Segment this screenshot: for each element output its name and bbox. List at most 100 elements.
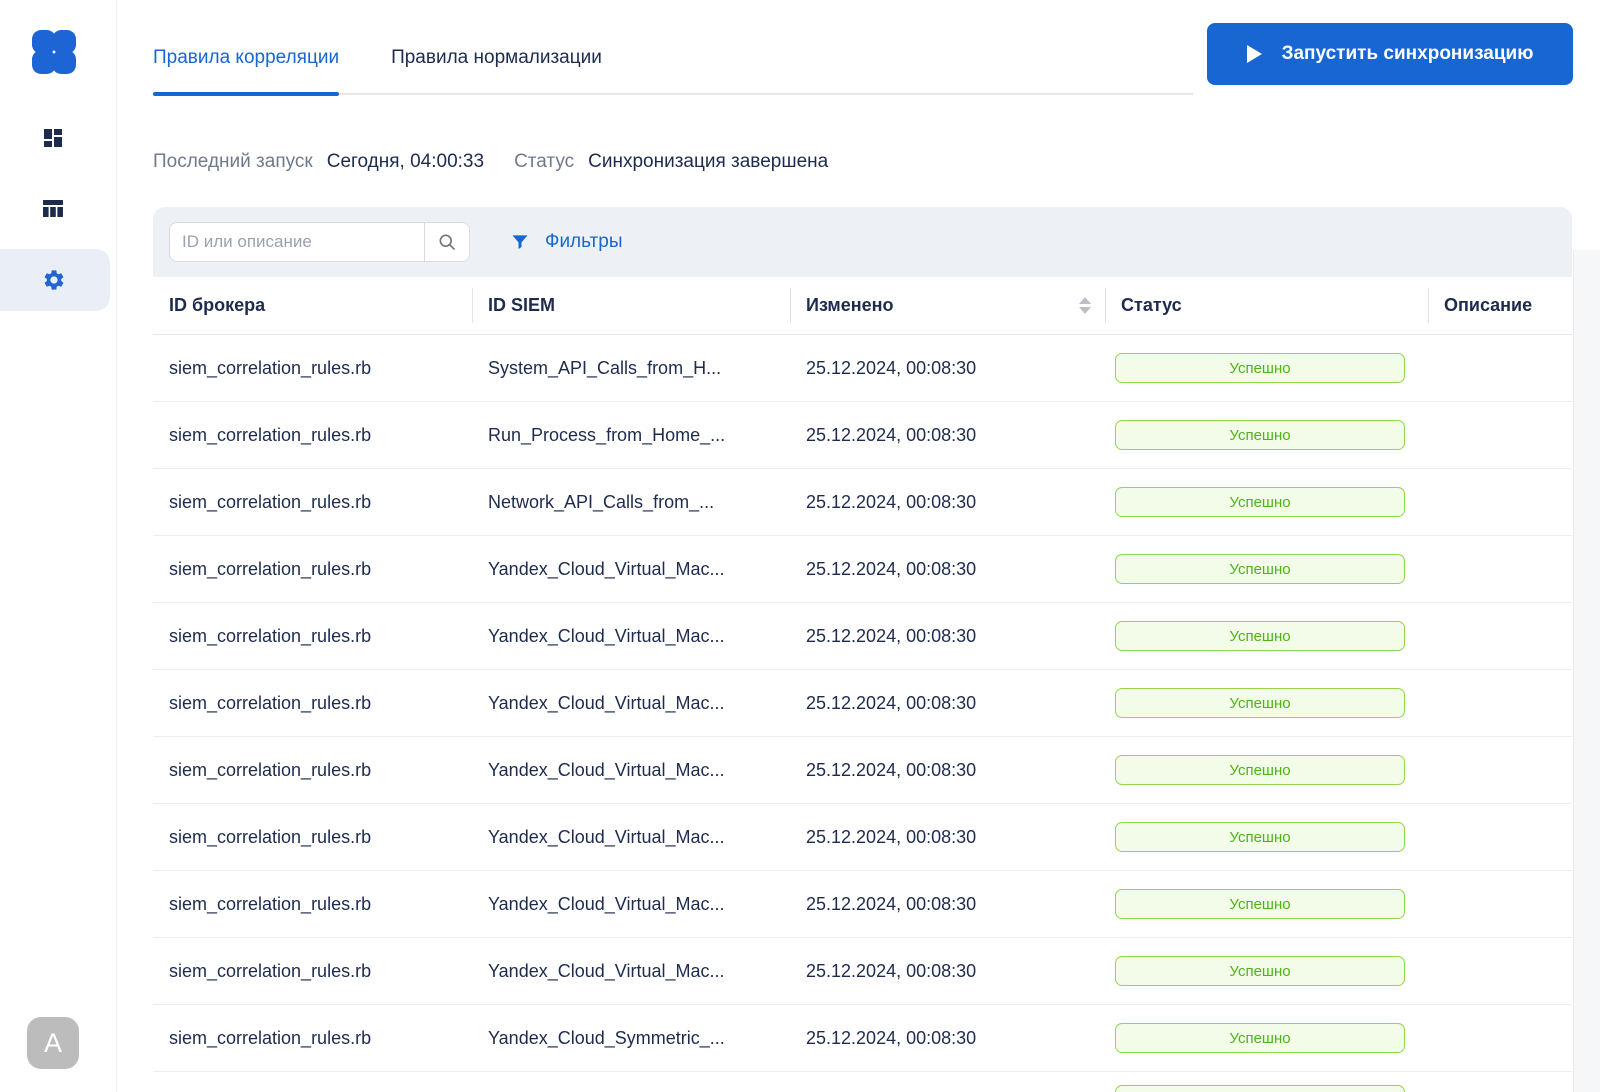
table-row[interactable]: siem_correlation_rules.rb Yandex_Cloud_Vi… xyxy=(153,804,1572,871)
column-header-description: Описание xyxy=(1428,277,1572,334)
column-header-modified-label: Изменено xyxy=(806,295,894,315)
cell-broker-id: siem_correlation_rules.rb xyxy=(169,893,372,914)
table-row[interactable]: siem_correlation_rules.rb Yandex_Cloud_Vi… xyxy=(153,603,1572,670)
status-badge: Успешно xyxy=(1115,1023,1405,1053)
status-badge xyxy=(1115,1085,1405,1092)
table-row[interactable]: siem_correlation_rules.rb Network_API_Cal… xyxy=(153,469,1572,536)
status-badge: Успешно xyxy=(1115,420,1405,450)
tab-bar: Правила корреляции Правила нормализации xyxy=(153,23,1193,96)
column-header-broker-id: ID брокера xyxy=(169,295,266,315)
cell-status: Успешно xyxy=(1105,956,1428,986)
cell-siem-id: Yandex_Cloud_Virtual_Mac... xyxy=(488,826,725,847)
run-sync-label: Запустить синхронизацию xyxy=(1281,43,1534,64)
cell-broker-id: siem_correlation_rules.rb xyxy=(169,357,372,378)
cell-siem-id: Yandex_Cloud_Virtual_Mac... xyxy=(488,625,725,646)
cell-siem-id: Run_Process_from_Home_... xyxy=(488,424,726,445)
table-row[interactable]: siem_correlation_rules.rb Run_Process_fro… xyxy=(153,402,1572,469)
cell-siem-id: Yandex_Cloud_Virtual_Mac... xyxy=(488,893,725,914)
table-row-partial[interactable] xyxy=(153,1072,1572,1092)
cell-modified: 25.12.2024, 00:08:30 xyxy=(806,357,977,378)
run-sync-button[interactable]: Запустить синхронизацию xyxy=(1207,23,1573,85)
tab-normalization-rules[interactable]: Правила нормализации xyxy=(391,23,602,93)
sidebar-item-tables[interactable] xyxy=(41,196,65,220)
cell-status: Успешно xyxy=(1105,755,1428,785)
tab-correlation-rules[interactable]: Правила корреляции xyxy=(153,23,340,96)
table-row[interactable]: siem_correlation_rules.rb Yandex_Cloud_Vi… xyxy=(153,670,1572,737)
status-badge: Успешно xyxy=(1115,353,1405,383)
app-logo[interactable] xyxy=(32,30,76,74)
filters-label: Фильтры xyxy=(545,231,623,252)
table-row[interactable]: siem_correlation_rules.rb Yandex_Cloud_Vi… xyxy=(153,737,1572,804)
column-header-status: Статус xyxy=(1105,277,1428,334)
cell-status: Успешно xyxy=(1105,889,1428,919)
search-input[interactable] xyxy=(170,223,424,261)
cell-status xyxy=(1105,1072,1428,1092)
clover-logo-icon xyxy=(32,30,76,74)
cell-broker-id: siem_correlation_rules.rb xyxy=(169,558,372,579)
cell-broker-id: siem_correlation_rules.rb xyxy=(169,625,372,646)
cell-modified: 25.12.2024, 00:08:30 xyxy=(806,1027,977,1048)
cell-siem-id: Network_API_Calls_from_... xyxy=(488,491,715,512)
play-icon xyxy=(1246,45,1262,63)
last-run-value: Сегодня, 04:00:33 xyxy=(326,151,485,172)
cell-status: Успешно xyxy=(1105,420,1428,450)
cell-broker-id: siem_correlation_rules.rb xyxy=(169,826,372,847)
settings-gear-icon xyxy=(42,268,66,292)
cell-siem-id: Yandex_Cloud_Virtual_Mac... xyxy=(488,759,725,780)
cell-status: Успешно xyxy=(1105,554,1428,584)
cell-broker-id: siem_correlation_rules.rb xyxy=(169,960,372,981)
table-toolbar: Фильтры xyxy=(153,207,1572,277)
status-badge: Успешно xyxy=(1115,554,1405,584)
table-row[interactable]: siem_correlation_rules.rb Yandex_Cloud_Vi… xyxy=(153,938,1572,1005)
status-badge: Успешно xyxy=(1115,822,1405,852)
table-row[interactable]: siem_correlation_rules.rb System_API_Call… xyxy=(153,335,1572,402)
last-run-label: Последний запуск xyxy=(153,151,313,172)
sidebar: A xyxy=(0,0,117,1092)
cell-status: Успешно xyxy=(1105,621,1428,651)
table-rows: siem_correlation_rules.rb System_API_Call… xyxy=(153,335,1572,1092)
magnifier-icon xyxy=(439,234,455,250)
cell-siem-id: System_API_Calls_from_H... xyxy=(488,357,722,378)
cell-modified: 25.12.2024, 00:08:30 xyxy=(806,625,977,646)
sort-arrows-icon[interactable] xyxy=(1079,297,1091,314)
dashboard-icon xyxy=(44,129,62,147)
cell-modified: 25.12.2024, 00:08:30 xyxy=(806,960,977,981)
status-badge: Успешно xyxy=(1115,889,1405,919)
cell-modified: 25.12.2024, 00:08:30 xyxy=(806,558,977,579)
sidebar-item-dashboard[interactable] xyxy=(41,126,65,150)
search-control xyxy=(169,222,470,262)
cell-modified: 25.12.2024, 00:08:30 xyxy=(806,424,977,445)
screen: A Правила корреляции Правила нормализаци… xyxy=(0,0,1600,1092)
table-icon xyxy=(43,200,63,217)
cell-broker-id: siem_correlation_rules.rb xyxy=(169,692,372,713)
funnel-icon xyxy=(512,235,528,249)
cell-status: Успешно xyxy=(1105,1023,1428,1053)
table-row[interactable]: siem_correlation_rules.rb Yandex_Cloud_Sy… xyxy=(153,1005,1572,1072)
cell-broker-id: siem_correlation_rules.rb xyxy=(169,491,372,512)
cell-broker-id: siem_correlation_rules.rb xyxy=(169,1027,372,1048)
status-badge: Успешно xyxy=(1115,956,1405,986)
cell-modified: 25.12.2024, 00:08:30 xyxy=(806,893,977,914)
table-row[interactable]: siem_correlation_rules.rb Yandex_Cloud_Vi… xyxy=(153,871,1572,938)
status-badge: Успешно xyxy=(1115,755,1405,785)
cell-status: Успешно xyxy=(1105,822,1428,852)
filters-button[interactable]: Фильтры xyxy=(510,231,622,253)
cell-siem-id: Yandex_Cloud_Virtual_Mac... xyxy=(488,558,725,579)
cell-modified: 25.12.2024, 00:08:30 xyxy=(806,759,977,780)
cell-status: Успешно xyxy=(1105,487,1428,517)
cell-siem-id: Yandex_Cloud_Virtual_Mac... xyxy=(488,960,725,981)
status-bar: Последний запуск Сегодня, 04:00:33 Стату… xyxy=(153,151,828,173)
cell-siem-id: Yandex_Cloud_Virtual_Mac... xyxy=(488,692,725,713)
avatar[interactable]: A xyxy=(27,1017,79,1069)
table-row[interactable]: siem_correlation_rules.rb Yandex_Cloud_Vi… xyxy=(153,536,1572,603)
cell-broker-id: siem_correlation_rules.rb xyxy=(169,424,372,445)
status-label: Статус xyxy=(514,151,575,172)
cell-siem-id: Yandex_Cloud_Symmetric_... xyxy=(488,1027,725,1048)
table-header: ID брокера ID SIEM Изменено Статус Описа… xyxy=(153,277,1572,335)
scrollbar-track[interactable] xyxy=(1573,250,1600,1092)
column-header-modified: Изменено xyxy=(790,277,1105,334)
cell-broker-id: siem_correlation_rules.rb xyxy=(169,759,372,780)
status-badge: Успешно xyxy=(1115,621,1405,651)
search-button[interactable] xyxy=(424,223,469,261)
column-header-siem-id: ID SIEM xyxy=(472,277,790,334)
